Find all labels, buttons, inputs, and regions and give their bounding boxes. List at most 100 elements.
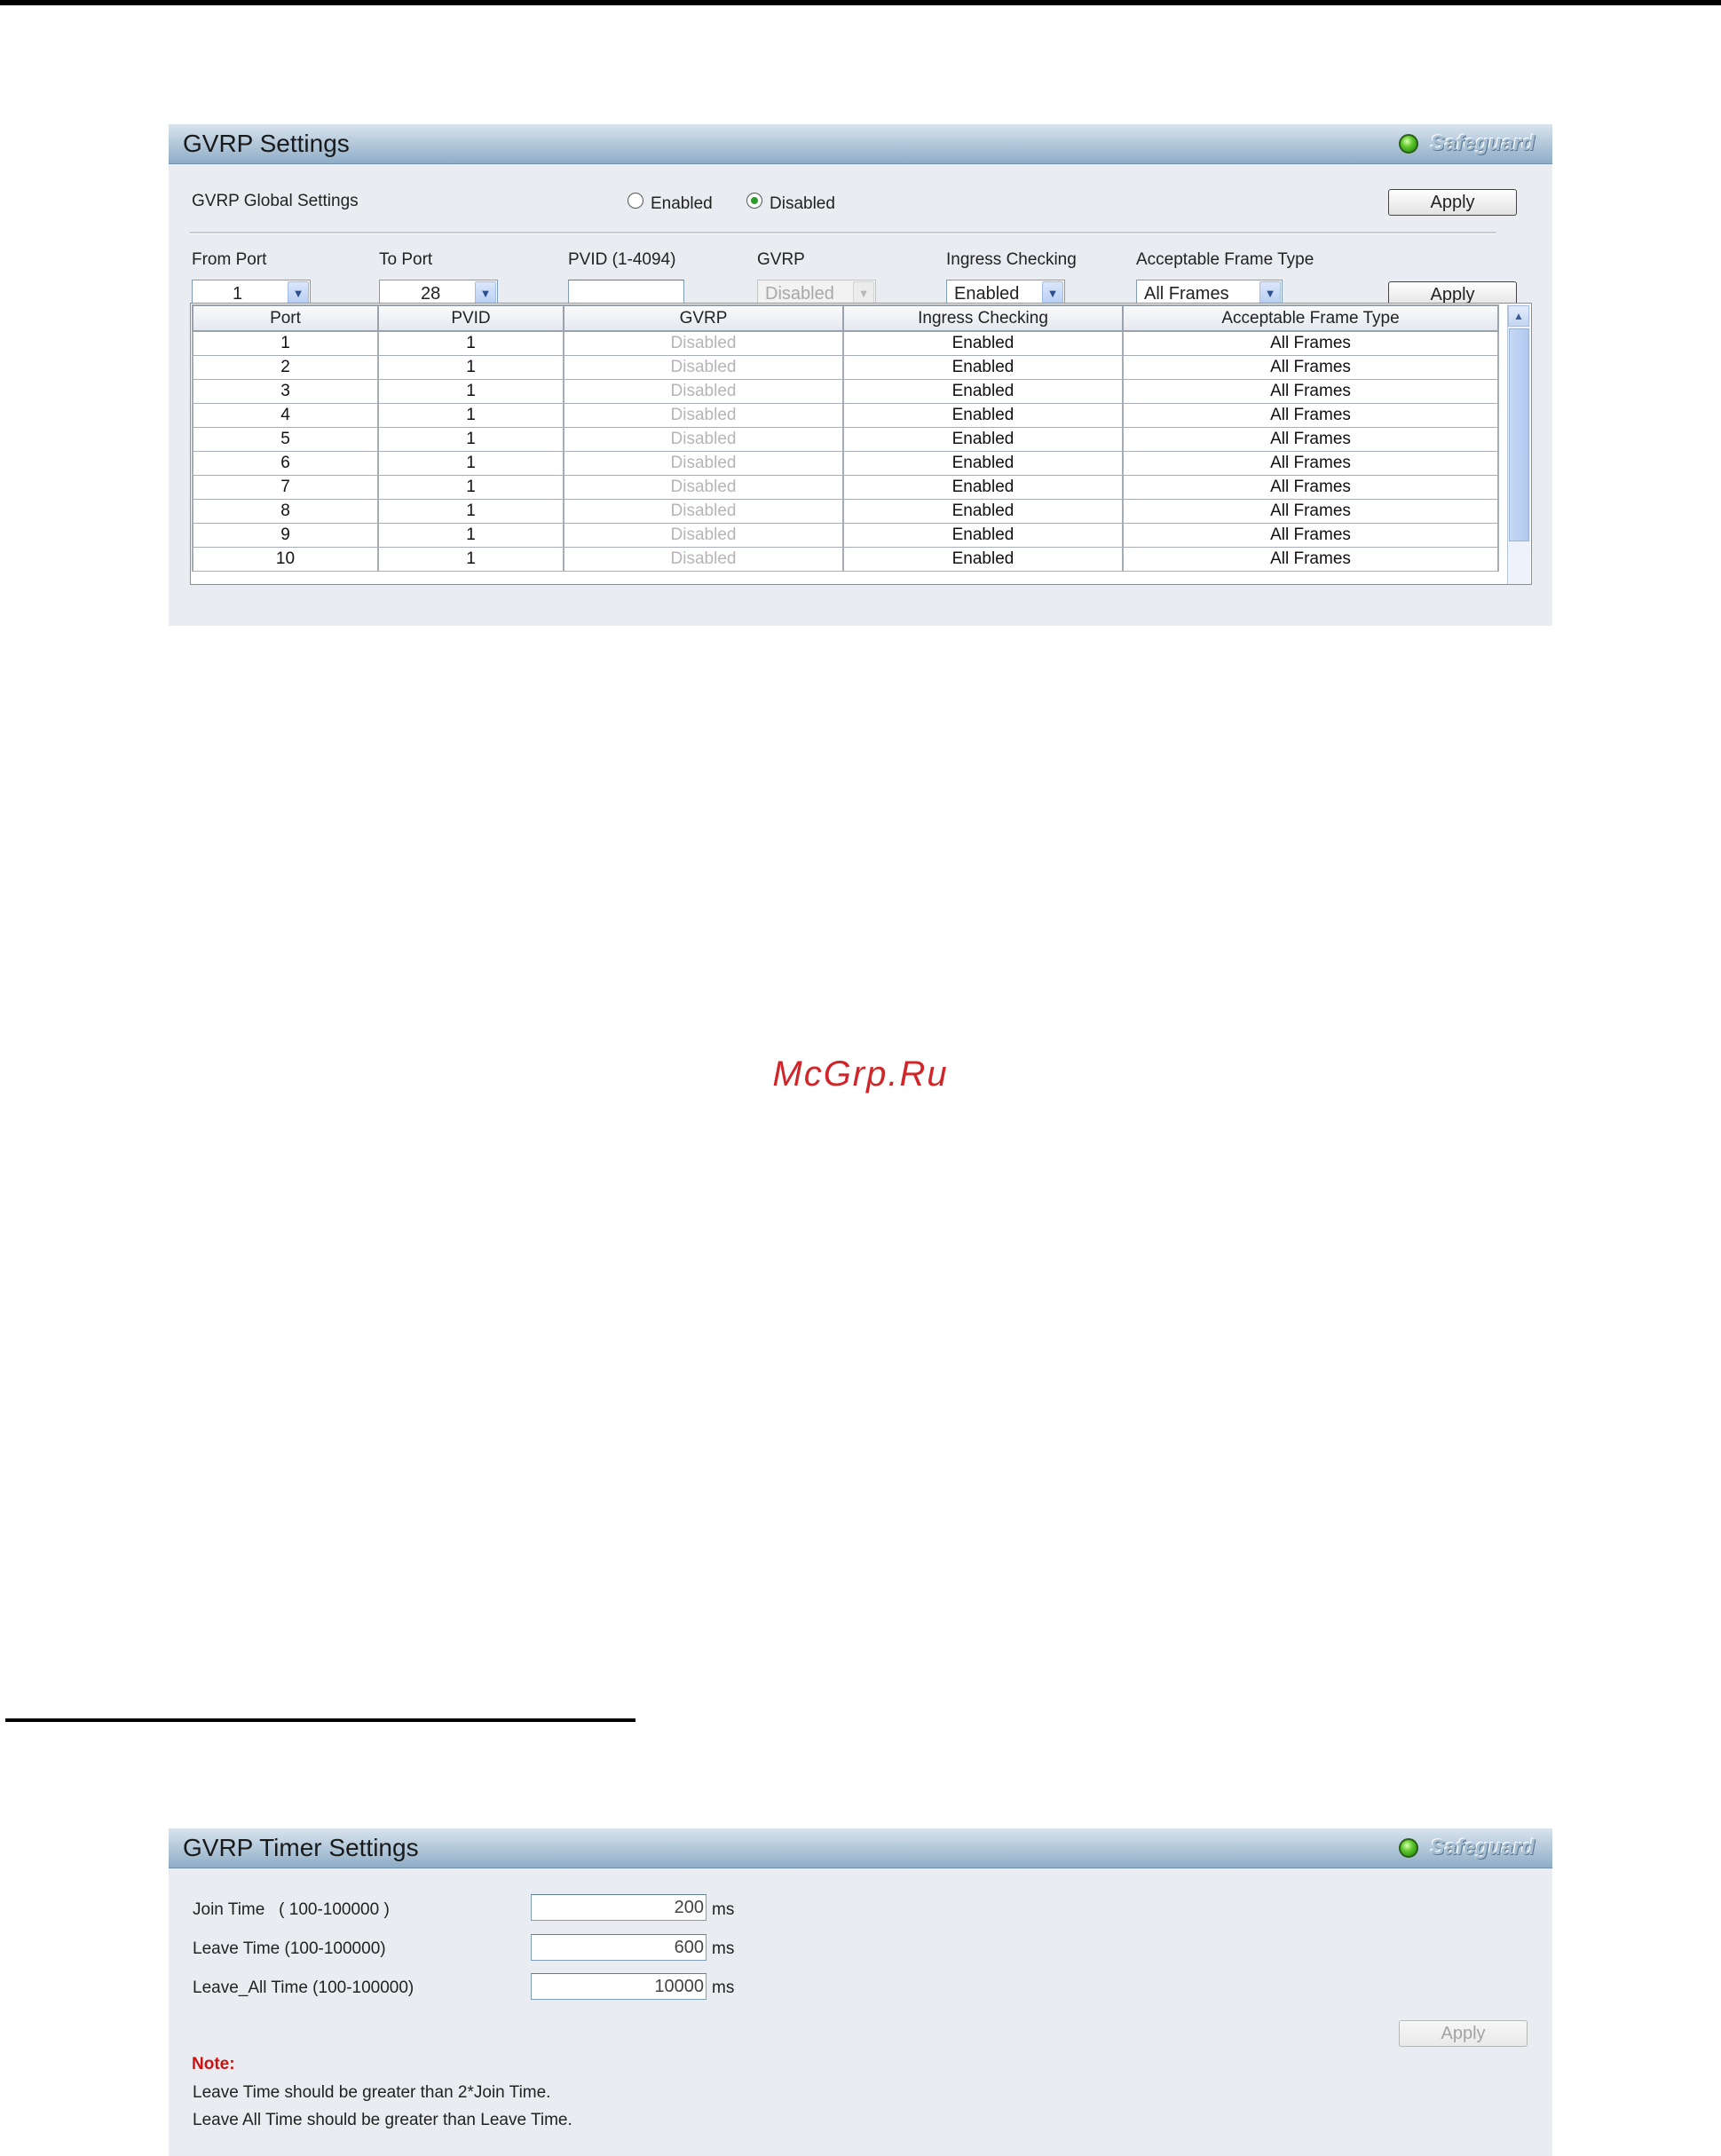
acceptable-frame-type-cell: All Frames bbox=[1122, 499, 1499, 524]
pvid-cell: 1 bbox=[377, 475, 564, 500]
global-enabled-radio[interactable] bbox=[628, 193, 643, 209]
status-led-icon bbox=[1398, 134, 1418, 154]
watermark: McGrp.Ru bbox=[772, 1054, 949, 1094]
gvrp-cell: Disabled bbox=[563, 355, 844, 380]
safeguard-label: Safeguard bbox=[1430, 131, 1535, 155]
pvid-cell: 1 bbox=[377, 403, 564, 428]
gvrp-label: GVRP bbox=[757, 250, 805, 269]
gvrp-port-table: Port PVID GVRP Ingress Checking Acceptab… bbox=[190, 303, 1532, 585]
to-port-value: 28 bbox=[421, 284, 441, 304]
pvid-cell: 1 bbox=[377, 330, 564, 356]
port-table-body: 1 1 Disabled Enabled All Frames 2 1 Disabled Ena… bbox=[192, 330, 1499, 572]
top-page-rule bbox=[0, 0, 1721, 5]
acceptable-frame-type-cell: All Frames bbox=[1122, 547, 1499, 572]
global-disabled-label: Disabled bbox=[770, 194, 835, 213]
acceptable-frame-type-cell: All Frames bbox=[1122, 379, 1499, 404]
gvrp-cell: Disabled bbox=[563, 523, 844, 548]
table-row: 10 1 Disabled Enabled All Frames bbox=[192, 547, 1499, 572]
acceptable-frame-type-cell: All Frames bbox=[1122, 523, 1499, 548]
ingress-checking-label: Ingress Checking bbox=[946, 250, 1077, 269]
table-scrollbar[interactable]: ▲ bbox=[1507, 304, 1530, 584]
gvrp-cell: Disabled bbox=[563, 403, 844, 428]
gvrp-cell: Disabled bbox=[563, 427, 844, 452]
leave-all-time-input[interactable] bbox=[531, 1973, 707, 2000]
port-cell: 3 bbox=[192, 379, 379, 404]
port-cell: 8 bbox=[192, 499, 379, 524]
table-row: 8 1 Disabled Enabled All Frames bbox=[192, 499, 1499, 524]
ingress-checking-cell: Enabled bbox=[842, 523, 1124, 548]
note-line-2: Leave All Time should be greater than Le… bbox=[193, 2111, 572, 2129]
acceptable-frame-type-cell: All Frames bbox=[1122, 451, 1499, 476]
acceptable-frame-type-cell: All Frames bbox=[1122, 427, 1499, 452]
pvid-cell: 1 bbox=[377, 523, 564, 548]
pvid-label: PVID (1-4094) bbox=[568, 250, 676, 269]
leave-time-unit: ms bbox=[712, 1939, 735, 1958]
port-cell: 6 bbox=[192, 451, 379, 476]
port-cell: 1 bbox=[192, 330, 379, 356]
acceptable-frame-type-cell: All Frames bbox=[1122, 355, 1499, 380]
column-header-port: Port bbox=[192, 304, 379, 332]
section-divider bbox=[190, 232, 1496, 234]
from-port-label: From Port bbox=[192, 250, 267, 269]
status-led-icon bbox=[1398, 1838, 1418, 1858]
safeguard-indicator: Safeguard bbox=[1398, 1836, 1535, 1860]
gvrp-cell: Disabled bbox=[563, 330, 844, 356]
global-disabled-radio[interactable] bbox=[746, 193, 762, 209]
note-line-1: Leave Time should be greater than 2*Join… bbox=[193, 2083, 551, 2102]
footnote-rule bbox=[5, 1718, 636, 1722]
gvrp-timer-header: GVRP Timer Settings Safeguard bbox=[169, 1828, 1552, 1868]
ingress-checking-cell: Enabled bbox=[842, 355, 1124, 380]
column-header-acceptable-frame-type: Acceptable Frame Type bbox=[1122, 304, 1499, 332]
ingress-checking-cell: Enabled bbox=[842, 475, 1124, 500]
gvrp-cell: Disabled bbox=[563, 379, 844, 404]
leave-time-input[interactable] bbox=[531, 1934, 707, 1961]
to-port-label: To Port bbox=[379, 250, 433, 269]
port-cell: 4 bbox=[192, 403, 379, 428]
port-cell: 5 bbox=[192, 427, 379, 452]
port-cell: 7 bbox=[192, 475, 379, 500]
join-time-label: Join Time ( 100-100000 ) bbox=[193, 1900, 390, 1919]
page-title: GVRP Settings bbox=[183, 130, 350, 157]
ingress-checking-cell: Enabled bbox=[842, 427, 1124, 452]
scroll-thumb[interactable] bbox=[1509, 328, 1529, 541]
join-time-input[interactable] bbox=[531, 1894, 707, 1921]
table-row: 7 1 Disabled Enabled All Frames bbox=[192, 475, 1499, 500]
pvid-cell: 1 bbox=[377, 379, 564, 404]
global-apply-button[interactable]: Apply bbox=[1388, 189, 1517, 216]
acceptable-frame-type-cell: All Frames bbox=[1122, 403, 1499, 428]
ingress-checking-cell: Enabled bbox=[842, 403, 1124, 428]
pvid-cell: 1 bbox=[377, 499, 564, 524]
join-time-unit: ms bbox=[712, 1900, 735, 1919]
note-title: Note: bbox=[192, 2055, 235, 2073]
column-header-pvid: PVID bbox=[377, 304, 564, 332]
pvid-cell: 1 bbox=[377, 427, 564, 452]
port-cell: 2 bbox=[192, 355, 379, 380]
pvid-cell: 1 bbox=[377, 547, 564, 572]
pvid-cell: 1 bbox=[377, 355, 564, 380]
timer-apply-button[interactable]: Apply bbox=[1399, 2020, 1528, 2047]
leave-all-time-label: Leave_All Time (100-100000) bbox=[193, 1978, 414, 1997]
port-table: Port PVID GVRP Ingress Checking Acceptab… bbox=[192, 304, 1499, 572]
ingress-checking-cell: Enabled bbox=[842, 330, 1124, 356]
ingress-checking-cell: Enabled bbox=[842, 451, 1124, 476]
from-port-value: 1 bbox=[233, 284, 243, 304]
acceptable-frame-type-label: Acceptable Frame Type bbox=[1136, 250, 1314, 269]
leave-all-time-unit: ms bbox=[712, 1978, 735, 1997]
gvrp-cell: Disabled bbox=[563, 451, 844, 476]
gvrp-cell: Disabled bbox=[563, 547, 844, 572]
table-row: 5 1 Disabled Enabled All Frames bbox=[192, 427, 1499, 452]
table-row: 3 1 Disabled Enabled All Frames bbox=[192, 379, 1499, 404]
pvid-cell: 1 bbox=[377, 451, 564, 476]
gvrp-timer-settings-panel: GVRP Timer Settings Safeguard Join Time … bbox=[169, 1828, 1552, 2156]
gvrp-cell: Disabled bbox=[563, 475, 844, 500]
ingress-checking-cell: Enabled bbox=[842, 499, 1124, 524]
table-row: 2 1 Disabled Enabled All Frames bbox=[192, 355, 1499, 380]
acceptable-frame-type-cell: All Frames bbox=[1122, 330, 1499, 356]
table-row: 6 1 Disabled Enabled All Frames bbox=[192, 451, 1499, 476]
gvrp-global-settings-label: GVRP Global Settings bbox=[192, 192, 359, 210]
gvrp-cell: Disabled bbox=[563, 499, 844, 524]
global-enabled-label: Enabled bbox=[651, 194, 713, 213]
acceptable-frame-type-value: All Frames bbox=[1144, 284, 1229, 304]
scroll-up-icon[interactable]: ▲ bbox=[1508, 305, 1529, 327]
timer-panel-title: GVRP Timer Settings bbox=[183, 1834, 419, 1861]
